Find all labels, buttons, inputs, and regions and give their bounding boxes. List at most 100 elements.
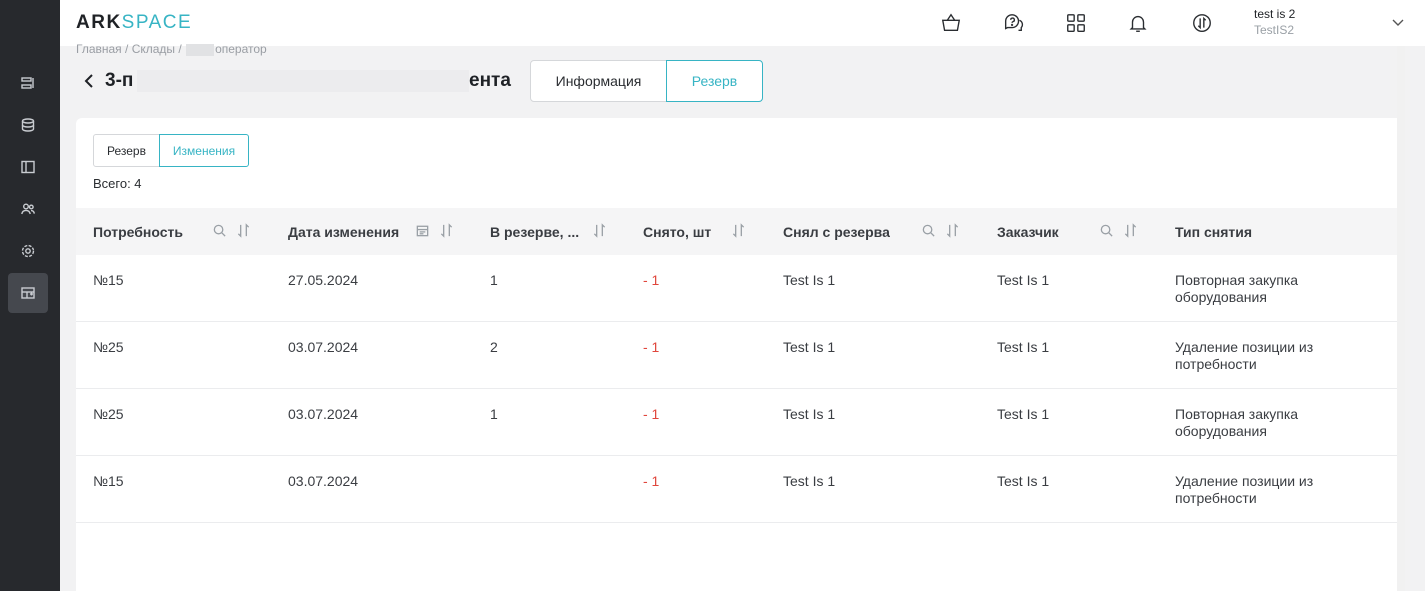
database-icon — [21, 118, 35, 132]
subtab-changes[interactable]: Изменения — [159, 134, 249, 167]
sidebar-item-warehouse[interactable] — [8, 273, 48, 313]
sort-icon — [593, 223, 606, 238]
table-row[interactable]: №25 03.07.2024 2 - 1 Test Is 1 Test Is 1… — [76, 322, 1397, 389]
breadcrumb: Главная / Склады / оператор — [76, 42, 267, 56]
cell-need: №15 — [93, 272, 124, 288]
breadcrumb-separator: / — [121, 42, 132, 56]
cell-reserved: 2 — [490, 339, 498, 355]
column-header-removed-by: Снял с резерва — [783, 223, 890, 240]
basket-icon — [941, 13, 961, 32]
chevron-left-icon — [84, 74, 93, 88]
cell-removal-type: Удаление позиции из потребности — [1175, 339, 1314, 372]
cell-reserved: 1 — [490, 406, 498, 422]
column-header-need: Потребность — [93, 223, 183, 240]
cell-customer: Test Is 1 — [997, 272, 1050, 288]
sort-date-button[interactable] — [439, 223, 455, 239]
exchange-button[interactable] — [1190, 11, 1214, 35]
page-title: 3-п ента — [105, 70, 511, 92]
total-count: Всего: 4 — [93, 176, 142, 191]
sort-removed-button[interactable] — [731, 223, 747, 239]
sort-need-button[interactable] — [236, 223, 252, 239]
sort-reserved-button[interactable] — [592, 223, 608, 239]
sidebar-item-list[interactable] — [8, 63, 48, 103]
sort-customer-button[interactable] — [1123, 223, 1139, 239]
logo-text-secondary: SPACE — [121, 12, 193, 33]
column-header-date: Дата изменения — [288, 223, 400, 240]
search-icon — [213, 224, 226, 237]
exchange-icon — [1193, 14, 1211, 32]
sort-icon — [732, 223, 745, 238]
filter-removed-by-button[interactable] — [921, 223, 937, 239]
cell-removed: - 1 — [643, 272, 660, 288]
breadcrumb-warehouses[interactable]: Склады — [132, 42, 175, 56]
cell-removed: - 1 — [643, 339, 660, 355]
user-org: TestIS2 — [1254, 23, 1295, 37]
cell-removed-by: Test Is 1 — [783, 406, 836, 422]
page-title-start: 3-п — [105, 70, 134, 91]
page-tabs: Информация Резерв — [530, 60, 763, 102]
warehouse-icon — [21, 287, 35, 299]
sort-icon — [946, 223, 959, 238]
users-icon — [21, 203, 35, 215]
cell-removal-type: Повторная закупка оборудования — [1175, 406, 1299, 439]
list-icon — [21, 77, 34, 89]
search-icon — [922, 224, 935, 237]
cell-need: №15 — [93, 473, 124, 489]
redacted-text — [137, 70, 469, 92]
bell-icon — [1129, 15, 1147, 32]
cell-customer: Test Is 1 — [997, 339, 1050, 355]
vertical-scrollbar[interactable] — [1397, 46, 1405, 591]
cell-need: №25 — [93, 406, 124, 422]
calendar-icon — [416, 225, 429, 237]
table-row[interactable]: №15 03.07.2024 - 1 Test Is 1 Test Is 1 У… — [76, 456, 1397, 523]
search-icon — [1100, 224, 1113, 237]
tab-information[interactable]: Информация — [530, 60, 667, 102]
apps-grid-button[interactable] — [1064, 11, 1088, 35]
sidebar-item-users[interactable] — [8, 189, 48, 229]
column-header-removal-type: Тип снятия — [1175, 223, 1253, 240]
user-menu-toggle[interactable] — [1390, 14, 1406, 30]
user-menu[interactable]: test is 2 TestIS2 — [1254, 7, 1295, 37]
column-header-removed: Снято, шт — [643, 223, 712, 240]
cell-date: 03.07.2024 — [288, 339, 359, 355]
cell-need: №25 — [93, 339, 124, 355]
filter-date-button[interactable] — [415, 223, 431, 239]
help-chat-button[interactable] — [1001, 11, 1025, 35]
cell-removal-type: Удаление позиции из потребности — [1175, 473, 1314, 506]
sub-tabs: Резерв Изменения — [93, 134, 249, 167]
breadcrumb-home[interactable]: Главная — [76, 42, 122, 56]
help-chat-icon — [1004, 14, 1024, 32]
filter-customer-button[interactable] — [1099, 223, 1115, 239]
logo-text-primary: ARK — [76, 12, 122, 33]
cell-date: 03.07.2024 — [288, 406, 359, 422]
sort-icon — [237, 223, 250, 238]
logo[interactable]: ARKSPACE — [76, 12, 192, 34]
apps-grid-icon — [1067, 14, 1085, 32]
column-header-customer: Заказчик — [997, 223, 1059, 240]
cell-removed: - 1 — [643, 406, 660, 422]
basket-button[interactable] — [939, 11, 963, 35]
table-row[interactable]: №15 27.05.2024 1 - 1 Test Is 1 Test Is 1… — [76, 255, 1397, 322]
top-header: ARKSPACE test is 2 TestIS2 — [60, 0, 1425, 46]
sidebar-item-database[interactable] — [8, 105, 48, 145]
table-row[interactable]: №25 03.07.2024 1 - 1 Test Is 1 Test Is 1… — [76, 389, 1397, 456]
filter-need-button[interactable] — [212, 223, 228, 239]
settings-icon — [21, 244, 35, 258]
chevron-down-icon — [1392, 19, 1404, 26]
cell-date: 03.07.2024 — [288, 473, 359, 489]
sidebar-item-settings[interactable] — [8, 231, 48, 271]
sidebar-item-book[interactable] — [8, 147, 48, 187]
table-header: Потребность Дата изменения В резерве, ..… — [76, 208, 1405, 255]
cell-customer: Test Is 1 — [997, 473, 1050, 489]
back-button[interactable] — [82, 72, 98, 90]
cell-removed-by: Test Is 1 — [783, 339, 836, 355]
user-name: test is 2 — [1254, 7, 1296, 21]
subtab-reserve[interactable]: Резерв — [93, 134, 160, 167]
notifications-button[interactable] — [1126, 11, 1150, 35]
book-icon — [21, 160, 35, 174]
sort-removed-by-button[interactable] — [945, 223, 961, 239]
sort-icon — [1124, 223, 1137, 238]
breadcrumb-current: оператор — [215, 42, 267, 56]
sidebar — [0, 0, 60, 591]
tab-reserve[interactable]: Резерв — [666, 60, 763, 102]
